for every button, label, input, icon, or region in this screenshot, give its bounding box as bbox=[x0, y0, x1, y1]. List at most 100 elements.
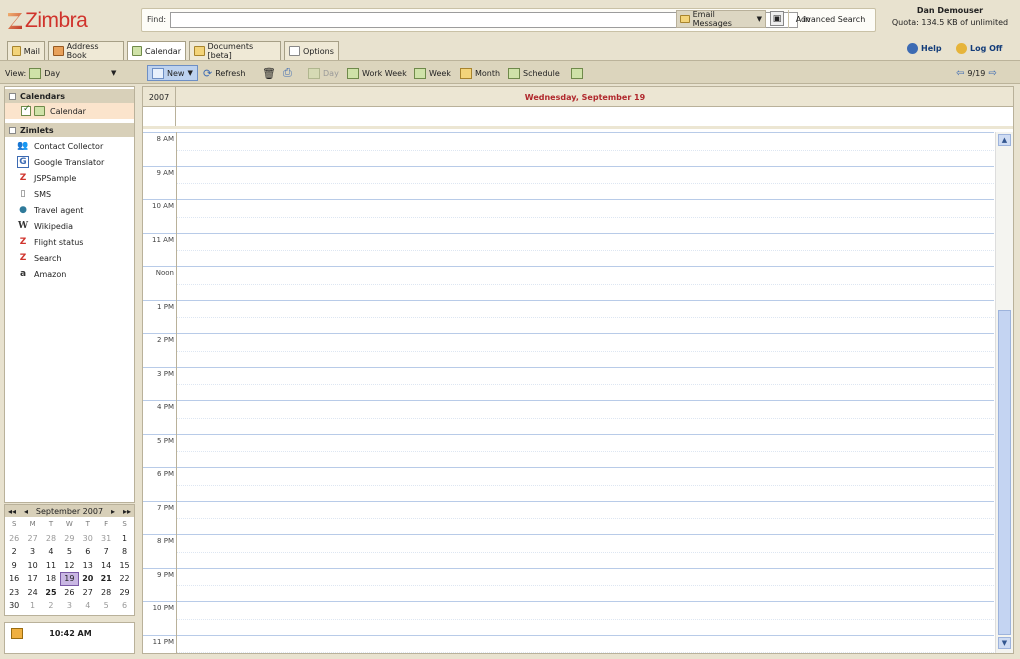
mini-calendar-day[interactable]: 8 bbox=[115, 545, 133, 559]
mini-calendar-day[interactable]: 21 bbox=[97, 572, 115, 586]
zimlet-contact-collector[interactable]: 👥 Contact Collector bbox=[17, 138, 103, 154]
zimlet-jspsample[interactable]: Z JSPSample bbox=[17, 170, 77, 186]
mini-calendar-day[interactable]: 20 bbox=[79, 572, 97, 586]
zimbra-logo[interactable]: Zimbra bbox=[8, 8, 128, 34]
mini-calendar-day[interactable]: 23 bbox=[5, 586, 23, 600]
zimlet-search[interactable]: Z Search bbox=[17, 250, 62, 266]
mini-calendar-day[interactable]: 16 bbox=[5, 572, 23, 586]
mini-calendar-day[interactable]: 13 bbox=[79, 559, 97, 573]
scroll-down-icon[interactable]: ▼ bbox=[998, 637, 1011, 649]
schedule-button[interactable]: Schedule bbox=[508, 65, 560, 81]
tab-options[interactable]: Options bbox=[284, 41, 339, 60]
mini-calendar-day[interactable]: 14 bbox=[97, 559, 115, 573]
prev-month-icon[interactable]: ◂ bbox=[24, 507, 28, 516]
mini-calendar-day[interactable]: 30 bbox=[5, 599, 23, 613]
calendar-list-button[interactable] bbox=[571, 65, 583, 81]
mini-calendar-day[interactable]: 22 bbox=[115, 572, 133, 586]
day-title[interactable]: Wednesday, September 19 bbox=[176, 87, 994, 107]
search-type-dropdown[interactable]: Email Messages ▼ bbox=[676, 10, 766, 28]
mini-calendar-day[interactable]: 2 bbox=[5, 545, 23, 559]
mini-calendar-day[interactable]: 29 bbox=[115, 586, 133, 600]
new-button[interactable]: New ▼ bbox=[147, 65, 198, 81]
mini-calendar-day[interactable]: 27 bbox=[79, 586, 97, 600]
zimlet-google-translator[interactable]: G Google Translator bbox=[17, 154, 104, 170]
zimlet-sms[interactable]: ▯ SMS bbox=[17, 186, 52, 202]
day-view-button[interactable]: Day bbox=[308, 65, 339, 81]
save-search-icon[interactable]: ▣ bbox=[770, 11, 784, 26]
next-month-icon[interactable]: ▸ bbox=[111, 507, 115, 516]
prev-arrow-icon[interactable]: ⇦ bbox=[956, 68, 964, 79]
tab-documents[interactable]: Documents [beta] bbox=[189, 41, 281, 60]
hour-row[interactable]: 11 PM bbox=[143, 634, 994, 654]
prev-year-icon[interactable]: ◂◂ bbox=[8, 507, 16, 516]
mini-calendar-day[interactable]: 27 bbox=[23, 532, 41, 546]
mini-calendar-day[interactable]: 29 bbox=[60, 532, 78, 546]
mini-calendar-day[interactable]: 4 bbox=[42, 545, 60, 559]
hour-row[interactable]: 6 PM bbox=[143, 467, 994, 501]
mini-calendar-day[interactable]: 10 bbox=[23, 559, 41, 573]
help-link[interactable]: Help bbox=[907, 43, 942, 54]
mini-calendar-day[interactable]: 18 bbox=[42, 572, 60, 586]
mini-calendar-day[interactable]: 3 bbox=[23, 545, 41, 559]
hour-row[interactable]: 3 PM bbox=[143, 366, 994, 401]
mini-calendar-day[interactable]: 3 bbox=[60, 599, 78, 613]
mini-calendar-day[interactable]: 25 bbox=[42, 586, 60, 600]
mini-calendar-day[interactable]: 2 bbox=[42, 599, 60, 613]
calendars-header[interactable]: Calendars bbox=[5, 89, 134, 103]
mini-calendar-day[interactable]: 1 bbox=[115, 532, 133, 546]
mini-calendar-day[interactable]: 9 bbox=[5, 559, 23, 573]
mini-calendar-today[interactable]: 19 bbox=[60, 572, 79, 586]
mini-calendar-day[interactable]: 11 bbox=[42, 559, 60, 573]
refresh-button[interactable]: ⟳ Refresh bbox=[203, 65, 245, 81]
hour-row[interactable]: 9 AM bbox=[143, 165, 994, 200]
mini-calendar-day[interactable]: 6 bbox=[115, 599, 133, 613]
zimlet-wikipedia[interactable]: W Wikipedia bbox=[17, 218, 73, 234]
mini-calendar-day[interactable]: 30 bbox=[79, 532, 97, 546]
mini-calendar-day[interactable]: 24 bbox=[23, 586, 41, 600]
zimlet-amazon[interactable]: a Amazon bbox=[17, 266, 66, 282]
all-day-row[interactable] bbox=[143, 107, 1013, 129]
month-button[interactable]: Month bbox=[460, 65, 500, 81]
hour-row[interactable]: 10 PM bbox=[143, 601, 994, 635]
zimlets-header[interactable]: Zimlets bbox=[5, 123, 134, 137]
sidebar-item-calendar[interactable]: Calendar bbox=[5, 103, 134, 119]
mini-calendar-day[interactable]: 28 bbox=[97, 586, 115, 600]
mini-calendar-day[interactable]: 15 bbox=[115, 559, 133, 573]
scrollbar-thumb[interactable] bbox=[998, 310, 1011, 635]
mini-calendar-day[interactable]: 26 bbox=[5, 532, 23, 546]
print-button[interactable]: ⎙ bbox=[283, 65, 292, 81]
hour-row[interactable]: 5 PM bbox=[143, 433, 994, 468]
view-selector[interactable]: View: Day ▼ bbox=[5, 65, 116, 81]
tab-mail[interactable]: Mail bbox=[7, 41, 45, 60]
mini-calendar-day[interactable]: 4 bbox=[79, 599, 97, 613]
calendar-checkbox[interactable] bbox=[21, 104, 31, 116]
scrollbar[interactable]: ▲ ▼ bbox=[995, 132, 1013, 653]
hour-row[interactable]: 4 PM bbox=[143, 400, 994, 434]
tab-address-book[interactable]: Address Book bbox=[48, 41, 124, 60]
logoff-link[interactable]: Log Off bbox=[956, 43, 1002, 54]
hour-grid[interactable]: 8 AM 9 AM 10 AM 11 AM Noon 1 PM 2 PM 3 PM 4 PM 5 … bbox=[143, 132, 994, 653]
mini-calendar-day[interactable]: 17 bbox=[23, 572, 41, 586]
week-button[interactable]: Week bbox=[414, 65, 451, 81]
hour-row[interactable]: 10 AM bbox=[143, 199, 994, 233]
mini-calendar-day[interactable]: 5 bbox=[60, 545, 78, 559]
mini-calendar-day[interactable]: 5 bbox=[97, 599, 115, 613]
zimlet-travel-agent[interactable]: ● Travel agent bbox=[17, 202, 83, 218]
hour-row[interactable]: 2 PM bbox=[143, 333, 994, 367]
hour-row[interactable]: 11 AM bbox=[143, 232, 994, 267]
mini-calendar-day[interactable]: 7 bbox=[97, 545, 115, 559]
hour-row[interactable]: 1 PM bbox=[143, 299, 994, 334]
hour-row[interactable]: Noon bbox=[143, 266, 994, 300]
tab-calendar[interactable]: Calendar bbox=[127, 41, 186, 60]
scroll-up-icon[interactable]: ▲ bbox=[998, 134, 1011, 146]
next-year-icon[interactable]: ▸▸ bbox=[123, 507, 131, 516]
hour-row[interactable]: 7 PM bbox=[143, 500, 994, 535]
mini-calendar-day[interactable]: 1 bbox=[23, 599, 41, 613]
mini-calendar-day[interactable]: 26 bbox=[60, 586, 78, 600]
mini-calendar-day[interactable]: 31 bbox=[97, 532, 115, 546]
work-week-button[interactable]: Work Week bbox=[347, 65, 407, 81]
hour-row[interactable]: 9 PM bbox=[143, 567, 994, 602]
hour-row[interactable]: 8 PM bbox=[143, 534, 994, 568]
advanced-search-button[interactable]: Advanced Search bbox=[788, 10, 872, 28]
mini-calendar-day[interactable]: 28 bbox=[42, 532, 60, 546]
